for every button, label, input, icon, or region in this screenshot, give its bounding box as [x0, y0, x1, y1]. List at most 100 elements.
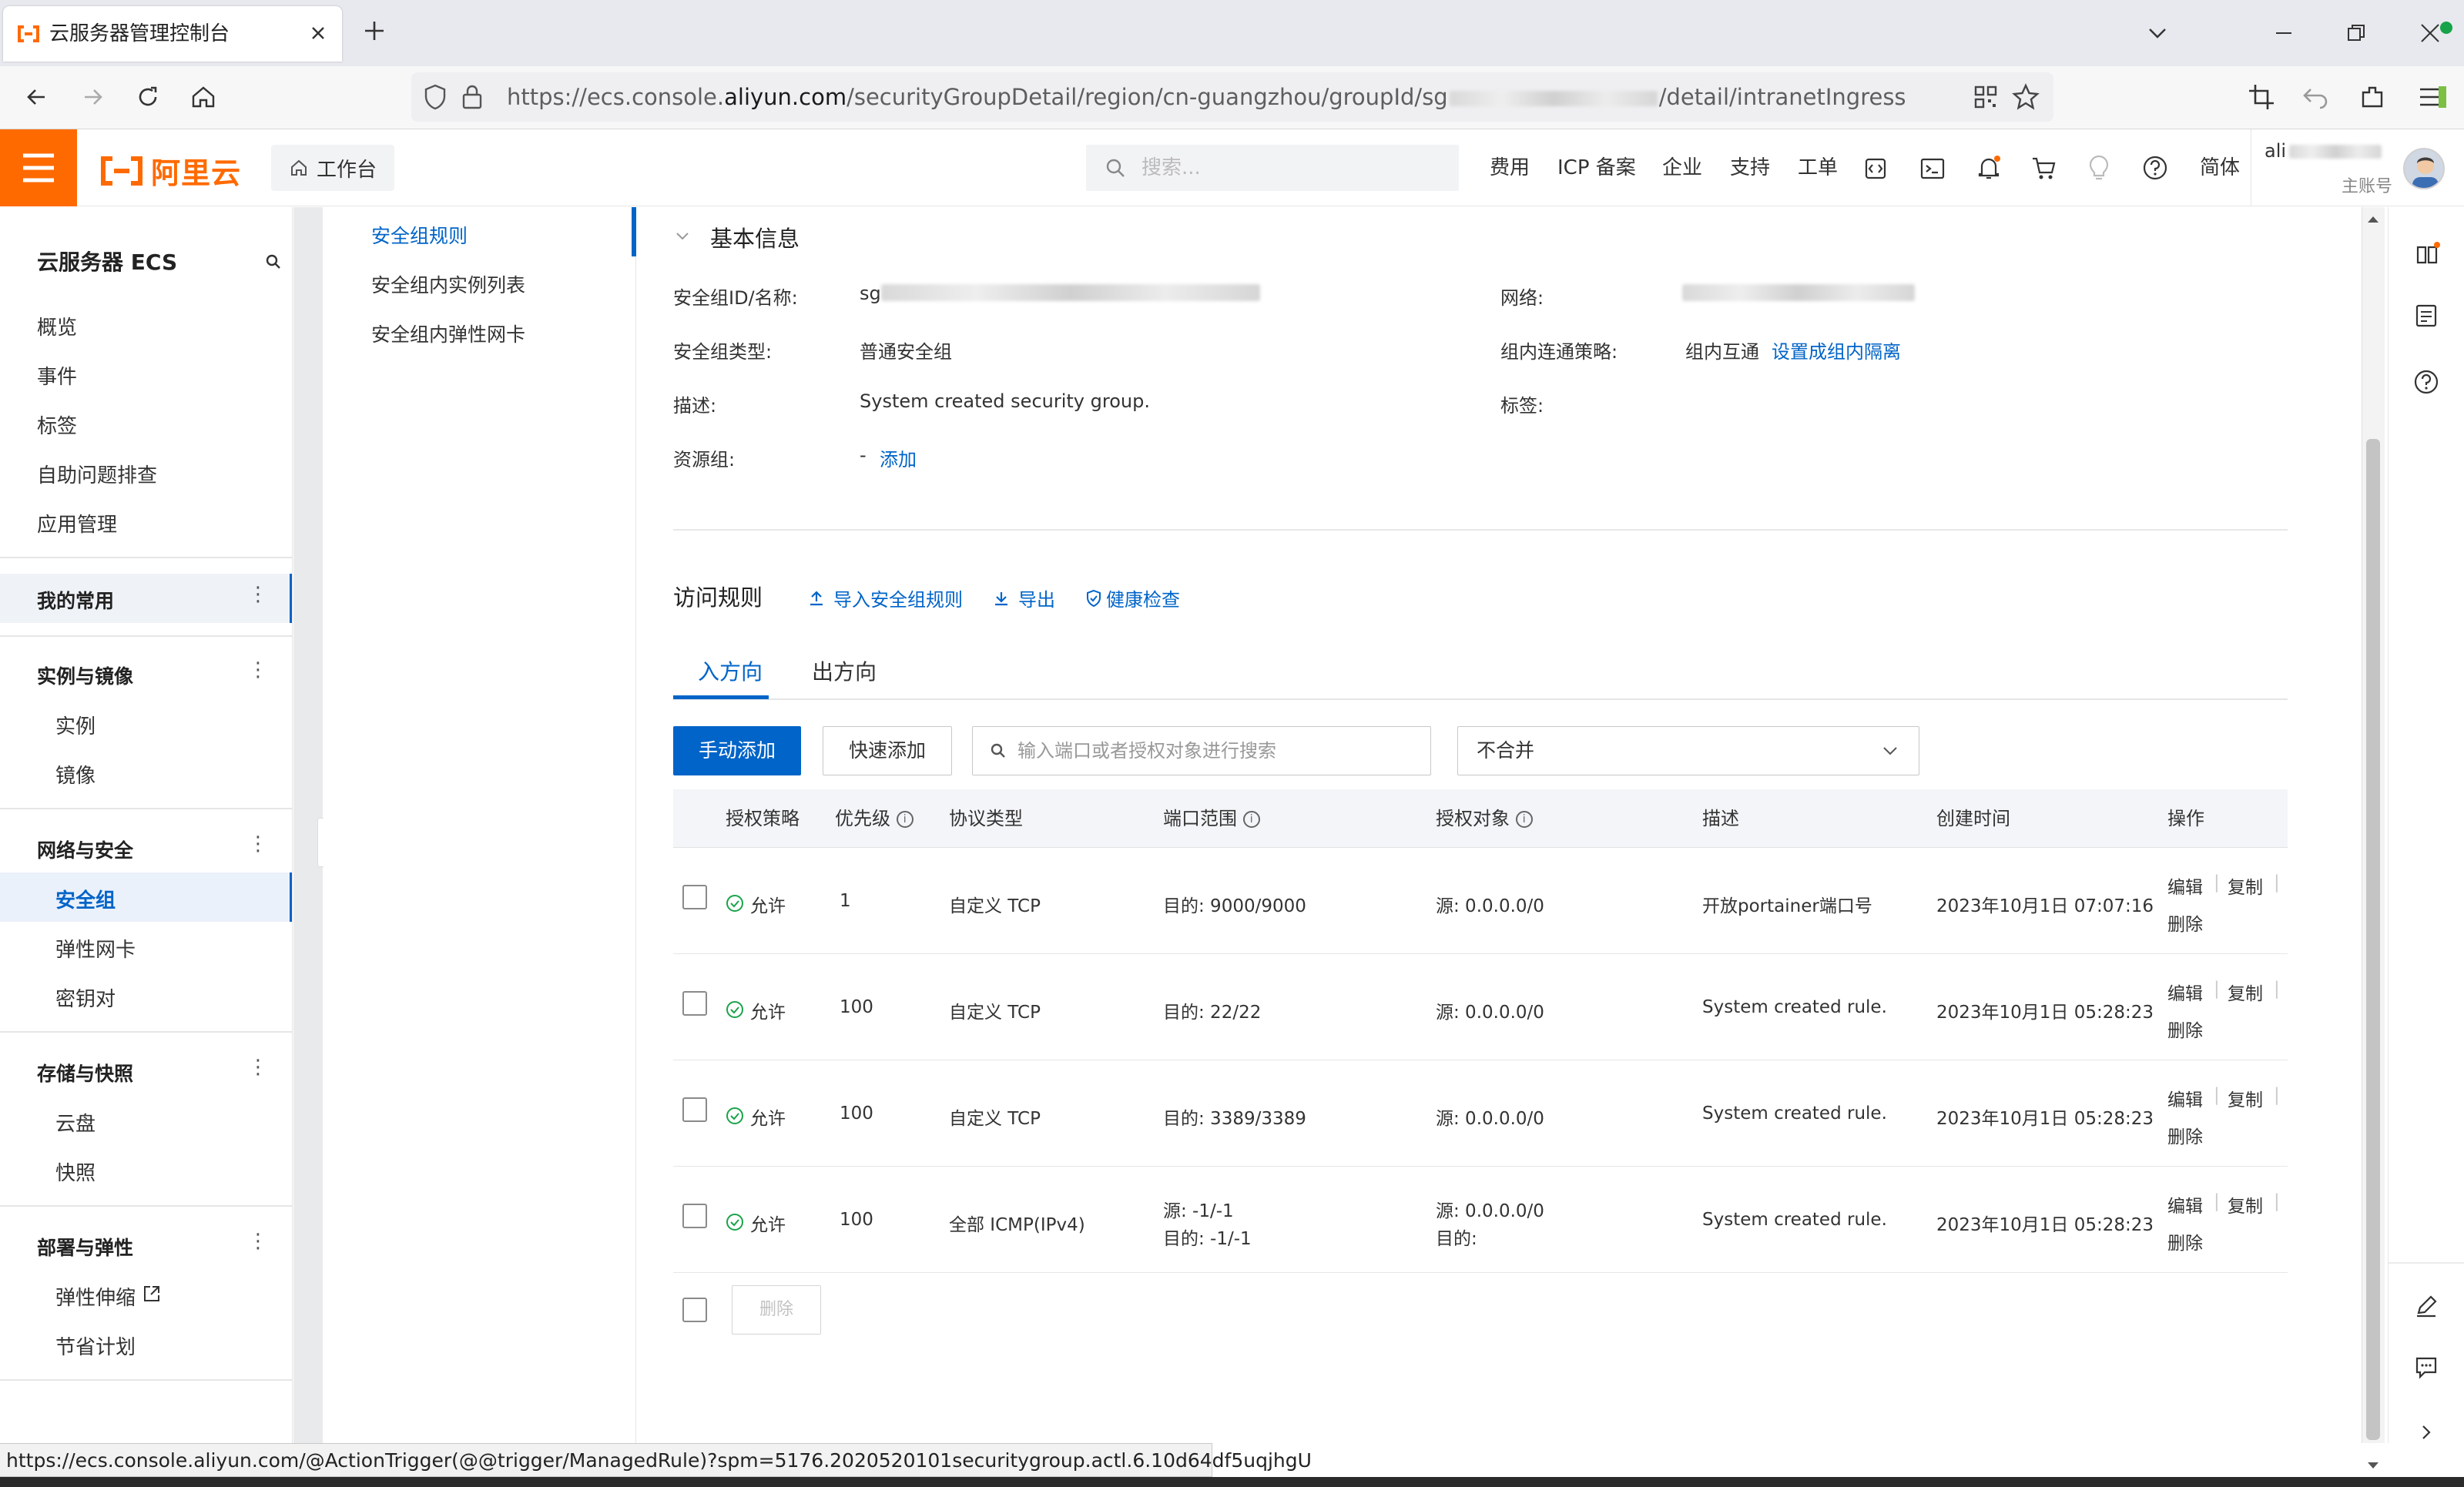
favorites-more-icon[interactable]: ⋮ [248, 583, 268, 606]
menu-hamburger-icon[interactable] [0, 129, 77, 206]
url-field[interactable]: https://ecs.console.aliyun.com/securityG… [411, 72, 2053, 122]
edit-link[interactable]: 编辑 [2167, 1085, 2203, 1111]
bulk-delete-button[interactable]: 删除 [732, 1285, 821, 1335]
quick-add-button[interactable]: 快速添加 [823, 726, 952, 775]
sidebar-item-events[interactable]: 事件 [37, 361, 77, 390]
home-icon[interactable] [188, 82, 219, 112]
global-search-input[interactable]: 搜索... [1086, 145, 1459, 191]
copy-link[interactable]: 复制 [2228, 872, 2263, 899]
row-checkbox[interactable] [682, 1204, 707, 1228]
row-checkbox[interactable] [682, 1097, 707, 1122]
delete-link[interactable]: 删除 [2167, 1016, 2203, 1042]
expand-rail-icon[interactable] [2415, 1421, 2438, 1444]
delete-link[interactable]: 删除 [2167, 1122, 2203, 1148]
docs-book-icon[interactable] [2413, 241, 2441, 269]
rule-search-input[interactable]: 输入端口或者授权对象进行搜索 [972, 726, 1431, 775]
sidebar-item-autoscaling[interactable]: 弹性伸缩 [55, 1282, 136, 1311]
avatar[interactable] [2403, 148, 2445, 189]
basic-info-collapse-icon[interactable] [673, 227, 692, 246]
screenshot-icon[interactable] [2246, 82, 2277, 112]
sidebar-group-network[interactable]: 网络与安全 [37, 836, 133, 863]
merge-select[interactable]: 不合并 [1457, 726, 1919, 775]
sidebar-item-overview[interactable]: 概览 [37, 312, 77, 340]
manual-add-button[interactable]: 手动添加 [673, 726, 801, 775]
sidebar-item-security-group[interactable]: 安全组 [55, 885, 116, 913]
add-resource-group-link[interactable]: 添加 [880, 444, 917, 471]
copy-link[interactable]: 复制 [2228, 1191, 2263, 1217]
bookmark-star-icon[interactable] [2012, 83, 2040, 111]
delete-link[interactable]: 删除 [2167, 909, 2203, 936]
group-more-icon[interactable]: ⋮ [248, 832, 268, 856]
subnav-enis[interactable]: 安全组内弹性网卡 [371, 320, 525, 347]
select-all-checkbox[interactable] [682, 1298, 707, 1322]
language-switch[interactable]: 简体 [2200, 129, 2240, 206]
export-button[interactable]: 导出 [992, 584, 1055, 611]
code-icon[interactable] [1862, 156, 1889, 182]
subnav-rules[interactable]: 安全组规则 [371, 221, 468, 249]
row-checkbox[interactable] [682, 991, 707, 1016]
row-checkbox[interactable] [682, 885, 707, 909]
close-tab-icon[interactable] [308, 23, 328, 43]
restore-icon[interactable] [2346, 23, 2366, 43]
new-tab-icon[interactable] [360, 17, 388, 45]
cart-icon[interactable] [2030, 156, 2058, 182]
scrollbar-thumb[interactable] [2366, 439, 2380, 1440]
account-name[interactable]: ali [2265, 140, 2382, 162]
sidebar-group-storage[interactable]: 存储与快照 [37, 1059, 133, 1087]
scroll-down-icon[interactable] [2365, 1457, 2382, 1474]
sidebar-item-troubleshoot[interactable]: 自助问题排查 [37, 460, 157, 488]
qr-code-icon[interactable] [1973, 85, 1998, 109]
nav-icp[interactable]: ICP 备案 [1557, 129, 1636, 206]
edit-link[interactable]: 编辑 [2167, 979, 2203, 1005]
subnav-instances[interactable]: 安全组内实例列表 [371, 270, 525, 298]
help-icon[interactable] [2413, 369, 2439, 395]
sidebar-item-image[interactable]: 镜像 [55, 760, 96, 789]
group-more-icon[interactable]: ⋮ [248, 1230, 268, 1253]
aliyun-logo[interactable]: 阿里云 [99, 149, 241, 192]
workbench-button[interactable]: 工作台 [271, 145, 394, 191]
minimize-icon[interactable] [2274, 23, 2294, 43]
checklist-icon[interactable] [2413, 303, 2439, 329]
edit-link[interactable]: 编辑 [2167, 1191, 2203, 1217]
edit-link[interactable]: 编辑 [2167, 872, 2203, 899]
group-more-icon[interactable]: ⋮ [248, 658, 268, 682]
nav-fees[interactable]: 费用 [1490, 129, 1530, 206]
back-icon[interactable] [22, 82, 52, 112]
reload-icon[interactable] [132, 82, 163, 112]
sidebar-item-security-group-row[interactable] [0, 872, 292, 922]
lock-icon[interactable] [461, 83, 484, 111]
forward-icon[interactable] [77, 82, 108, 112]
notification-bell-icon[interactable] [1975, 154, 2003, 182]
sidebar-item-app-management[interactable]: 应用管理 [37, 509, 117, 538]
sidebar-item-savings-plan[interactable]: 节省计划 [55, 1331, 136, 1360]
extensions-icon[interactable] [2357, 82, 2388, 112]
feedback-icon[interactable] [2413, 1355, 2439, 1381]
sidebar-item-snapshot[interactable]: 快照 [55, 1157, 96, 1186]
scroll-up-icon[interactable] [2365, 211, 2382, 228]
tab-outbound[interactable]: 出方向 [812, 655, 877, 686]
sidebar-item-eni[interactable]: 弹性网卡 [55, 934, 136, 963]
sidebar-item-disk[interactable]: 云盘 [55, 1108, 96, 1137]
health-check-button[interactable]: 健康检查 [1084, 584, 1180, 611]
tab-inbound[interactable]: 入方向 [698, 655, 763, 686]
copy-link[interactable]: 复制 [2228, 979, 2263, 1005]
edit-note-icon[interactable] [2413, 1293, 2439, 1319]
sidebar-group-instances[interactable]: 实例与镜像 [37, 661, 133, 689]
undo-icon[interactable] [2300, 82, 2331, 112]
nav-support[interactable]: 支持 [1730, 129, 1770, 206]
sidebar-item-instance[interactable]: 实例 [55, 711, 96, 739]
sidebar-group-deploy[interactable]: 部署与弹性 [37, 1233, 133, 1261]
nav-ticket[interactable]: 工单 [1798, 129, 1838, 206]
app-menu-icon[interactable] [2415, 82, 2446, 112]
sidebar-item-keypair[interactable]: 密钥对 [55, 983, 116, 1012]
set-isolation-link[interactable]: 设置成组内隔离 [1772, 337, 1901, 363]
sidebar-search-icon[interactable] [265, 253, 282, 270]
help-icon[interactable] [2141, 154, 2169, 182]
terminal-icon[interactable] [1919, 156, 1946, 182]
browser-tab[interactable]: 云服务器管理控制台 [3, 6, 342, 62]
nav-enterprise[interactable]: 企业 [1662, 129, 1702, 206]
tab-list-chevron-icon[interactable] [2146, 22, 2169, 45]
copy-link[interactable]: 复制 [2228, 1085, 2263, 1111]
close-window-icon[interactable] [2419, 22, 2442, 45]
sidebar-item-tags[interactable]: 标签 [37, 410, 77, 439]
